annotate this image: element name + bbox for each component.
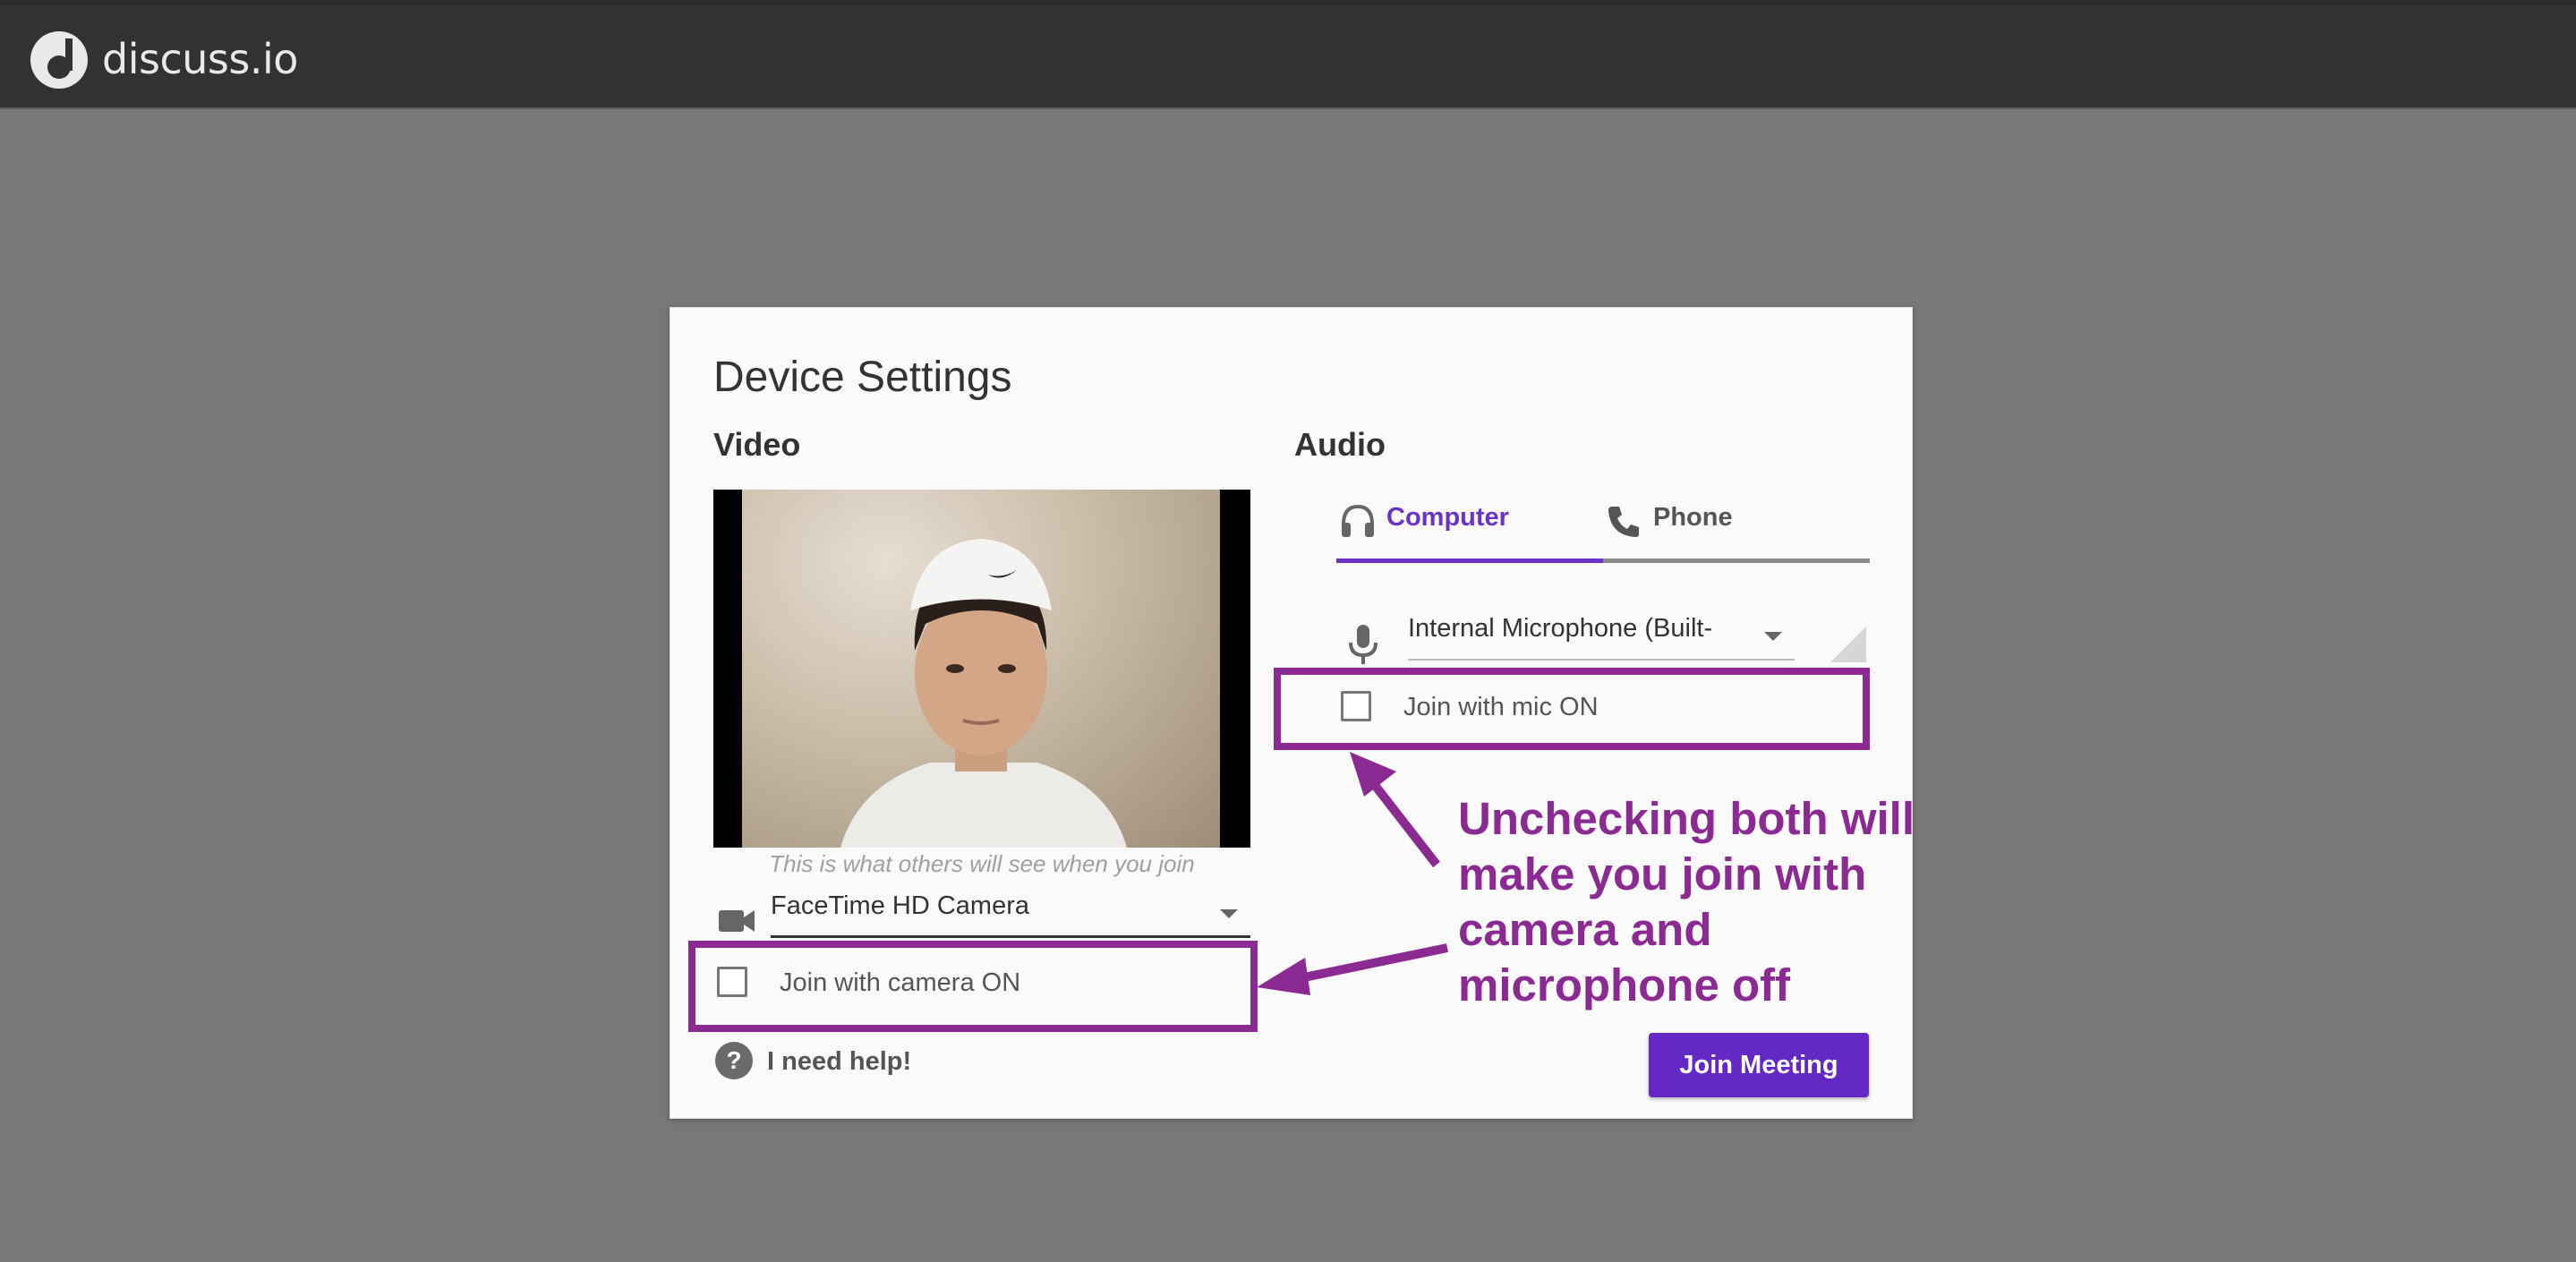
question-circle-icon: ? (715, 1042, 753, 1079)
camera-preview-image (742, 490, 1220, 848)
microphone-select[interactable]: Internal Microphone (Built- (1408, 612, 1795, 661)
audio-tabs: Computer Phone (1336, 487, 1870, 563)
join-meeting-button[interactable]: Join Meeting (1649, 1033, 1869, 1097)
microphone-icon (1349, 625, 1378, 664)
chevron-down-icon (1764, 632, 1782, 641)
preview-caption: This is what others will see when you jo… (769, 850, 1195, 877)
phone-icon (1608, 507, 1639, 537)
help-label: I need help! (767, 1047, 912, 1076)
resize-handle-icon (1830, 627, 1866, 662)
tab-computer-label: Computer (1386, 503, 1509, 532)
annotation-text: Unchecking both will make you join with … (1458, 793, 1915, 1010)
tab-phone[interactable]: Phone (1603, 487, 1870, 555)
dialog-title: Device Settings (713, 354, 1012, 401)
microphone-select-value: Internal Microphone (Built- (1408, 614, 1713, 643)
discuss-io-logo-icon[interactable] (29, 30, 90, 90)
annotation-highlight-camera (688, 941, 1258, 1032)
top-bar: discuss.io (0, 0, 2576, 109)
tab-active-indicator (1336, 559, 1603, 563)
headset-icon (1342, 504, 1374, 537)
tab-phone-label: Phone (1653, 503, 1733, 532)
brand-name[interactable]: discuss.io (102, 35, 298, 83)
audio-section-title: Audio (1294, 426, 1386, 463)
camera-preview (713, 490, 1250, 848)
camera-select-value: FaceTime HD Camera (771, 891, 1029, 920)
annotation-highlight-mic (1274, 668, 1870, 750)
camera-select[interactable]: FaceTime HD Camera (771, 890, 1250, 938)
tab-computer[interactable]: Computer (1336, 487, 1603, 555)
video-camera-icon (719, 910, 755, 932)
chevron-down-icon (1220, 909, 1238, 918)
video-section-title: Video (713, 426, 801, 463)
